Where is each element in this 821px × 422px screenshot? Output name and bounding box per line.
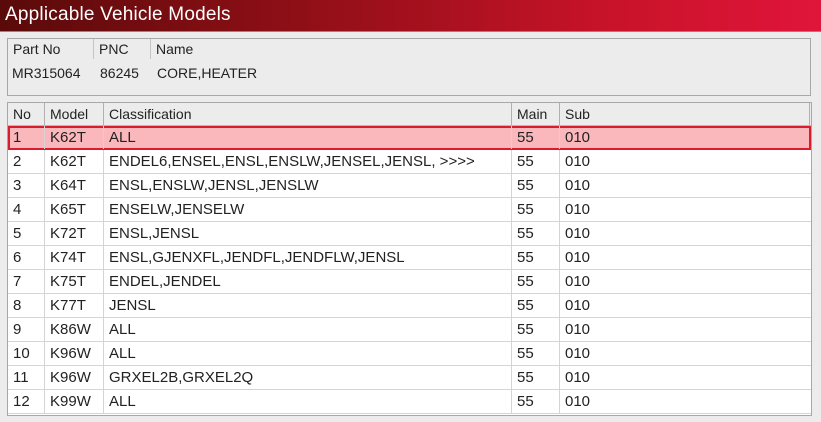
cell-model: K74T (45, 246, 104, 269)
cell-main: 55 (512, 390, 560, 413)
cell-model: K65T (45, 198, 104, 221)
cell-sub: 010 (565, 201, 591, 218)
cell-no: 2 (8, 150, 45, 173)
cell-classification: ALL (104, 318, 512, 341)
cell-sub: 010 (565, 321, 591, 338)
cell-model: K75T (45, 270, 104, 293)
cell-main: 55 (512, 342, 560, 365)
table-body: 1 K62T ALL 55 010 2 K62T ENDEL6,ENSEL,ENSL,ENSL… (8, 126, 811, 414)
cell-classification: ALL (104, 342, 512, 365)
cell-main: 55 (512, 126, 560, 149)
pnc-value: 86245 (100, 65, 139, 81)
cell-main: 55 (512, 222, 560, 245)
cell-no: 3 (8, 174, 45, 197)
cell-no: 9 (8, 318, 45, 341)
cell-classification: ENSL,JENSL (104, 222, 512, 245)
cell-model: K77T (45, 294, 104, 317)
cell-main: 55 (512, 366, 560, 389)
window-title: Applicable Vehicle Models (5, 4, 231, 25)
cell-main: 55 (512, 318, 560, 341)
table-row[interactable]: 7 K75T ENDEL,JENDEL 55 010 (8, 270, 811, 294)
pnc-header: PNC (94, 39, 151, 59)
cell-classification: ALL (104, 126, 512, 149)
cell-sub: 010 (565, 273, 591, 290)
column-header-no[interactable]: No (8, 103, 45, 125)
cell-main: 55 (512, 174, 560, 197)
cell-classification: ALL (104, 390, 512, 413)
cell-classification: GRXEL2B,GRXEL2Q (104, 366, 512, 389)
cell-no: 7 (8, 270, 45, 293)
part-info-header: Part No PNC Name (8, 39, 810, 59)
table-row[interactable]: 3 K64T ENSL,ENSLW,JENSL,JENSLW 55 010 (8, 174, 811, 198)
name-header: Name (156, 41, 194, 57)
column-header-main[interactable]: Main (512, 103, 560, 125)
cell-sub: 010 (565, 393, 591, 410)
table-row[interactable]: 10 K96W ALL 55 010 (8, 342, 811, 366)
cell-no: 12 (8, 390, 45, 413)
cell-model: K72T (45, 222, 104, 245)
column-header-sub[interactable]: Sub (560, 103, 810, 125)
cell-no: 1 (8, 126, 45, 149)
table-row[interactable]: 5 K72T ENSL,JENSL 55 010 (8, 222, 811, 246)
table-row[interactable]: 6 K74T ENSL,GJENXFL,JENDFL,JENDFLW,JENSL 55… (8, 246, 811, 270)
cell-no: 8 (8, 294, 45, 317)
cell-main: 55 (512, 198, 560, 221)
part-info-panel: Part No PNC Name MR315064 86245 CORE,HEA… (7, 38, 811, 96)
cell-sub: 010 (565, 369, 591, 386)
cell-no: 11 (8, 366, 45, 389)
table-row[interactable]: 11 K96W GRXEL2B,GRXEL2Q 55 010 (8, 366, 811, 390)
cell-model: K62T (45, 126, 104, 149)
cell-classification: ENDEL6,ENSEL,ENSL,ENSLW,JENSEL,JENSL, >>… (104, 150, 512, 173)
table-header: No Model Classification Main Sub (8, 103, 811, 126)
window-title-bar: Applicable Vehicle Models (0, 0, 821, 32)
cell-classification: ENDEL,JENDEL (104, 270, 512, 293)
cell-main: 55 (512, 246, 560, 269)
cell-sub: 010 (565, 249, 591, 266)
vehicle-models-table[interactable]: No Model Classification Main Sub 1 K62T AL… (7, 102, 812, 416)
cell-sub: 010 (565, 153, 591, 170)
table-row[interactable]: 9 K86W ALL 55 010 (8, 318, 811, 342)
cell-sub: 010 (565, 129, 591, 146)
cell-no: 4 (8, 198, 45, 221)
cell-main: 55 (512, 150, 560, 173)
cell-main: 55 (512, 294, 560, 317)
cell-classification: ENSL,GJENXFL,JENDFL,JENDFLW,JENSL (104, 246, 512, 269)
cell-sub: 010 (565, 225, 591, 242)
cell-model: K64T (45, 174, 104, 197)
cell-no: 6 (8, 246, 45, 269)
cell-model: K62T (45, 150, 104, 173)
table-row[interactable]: 12 K99W ALL 55 010 (8, 390, 811, 414)
part-info-row: MR315064 86245 CORE,HEATER (8, 62, 810, 84)
cell-model: K96W (45, 366, 104, 389)
cell-sub: 010 (565, 177, 591, 194)
table-row[interactable]: 1 K62T ALL 55 010 (8, 126, 811, 150)
cell-model: K86W (45, 318, 104, 341)
table-row[interactable]: 2 K62T ENDEL6,ENSEL,ENSL,ENSLW,JENSEL,JENS… (8, 150, 811, 174)
cell-main: 55 (512, 270, 560, 293)
part-no-header: Part No (8, 39, 94, 59)
part-name-value: CORE,HEATER (157, 65, 258, 81)
cell-no: 5 (8, 222, 45, 245)
cell-classification: ENSELW,JENSELW (104, 198, 512, 221)
column-header-model[interactable]: Model (45, 103, 104, 125)
cell-classification: ENSL,ENSLW,JENSL,JENSLW (104, 174, 512, 197)
column-header-classification[interactable]: Classification (104, 103, 512, 125)
cell-sub: 010 (565, 345, 591, 362)
part-no-value: MR315064 (12, 65, 81, 81)
cell-model: K96W (45, 342, 104, 365)
cell-classification: JENSL (104, 294, 512, 317)
cell-model: K99W (45, 390, 104, 413)
cell-no: 10 (8, 342, 45, 365)
table-row[interactable]: 8 K77T JENSL 55 010 (8, 294, 811, 318)
cell-sub: 010 (565, 297, 591, 314)
table-row[interactable]: 4 K65T ENSELW,JENSELW 55 010 (8, 198, 811, 222)
